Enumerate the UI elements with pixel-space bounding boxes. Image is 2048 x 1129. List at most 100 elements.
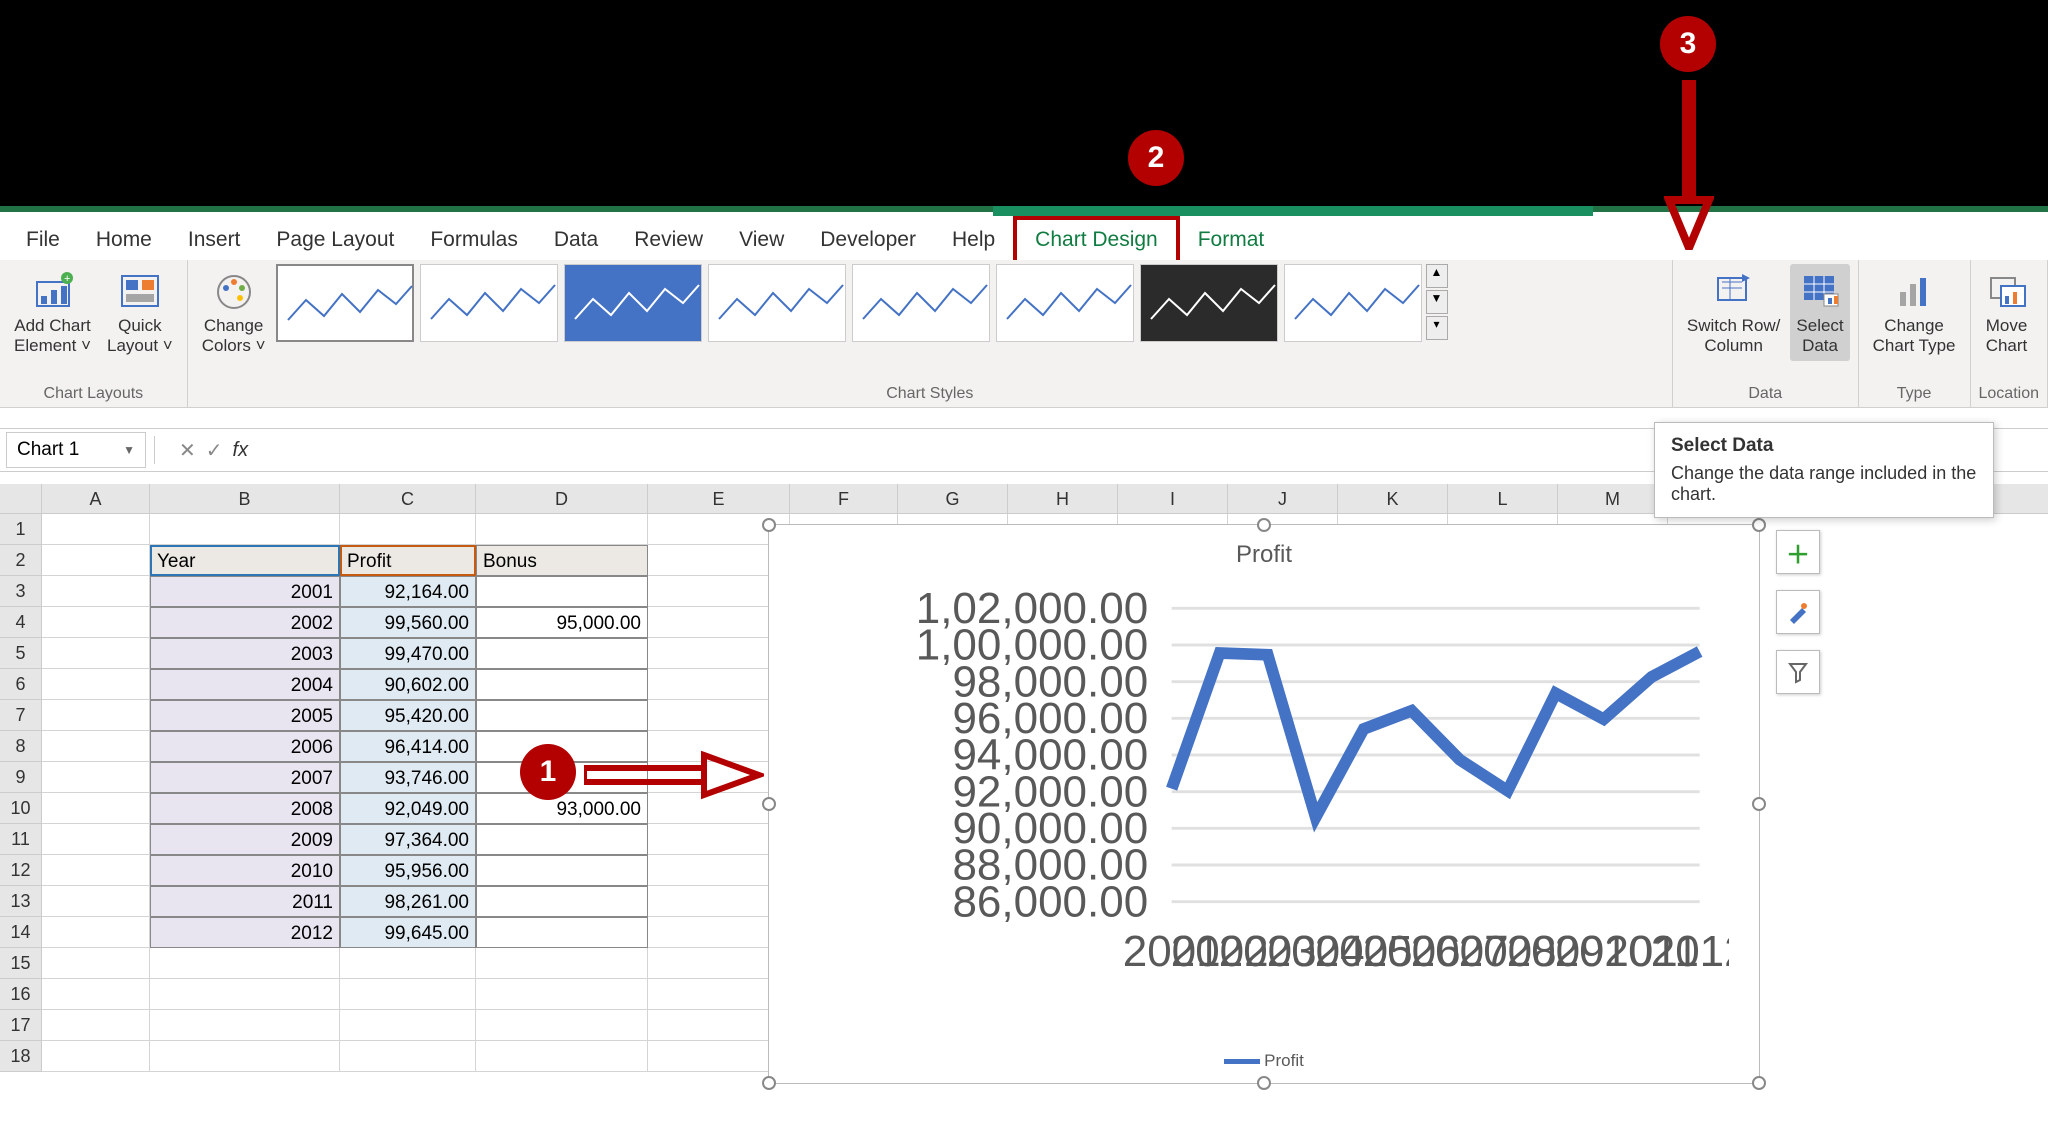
cell-A6[interactable] [42, 669, 150, 700]
cell-C1[interactable] [340, 514, 476, 545]
cell-B16[interactable] [150, 979, 340, 1010]
cell-D18[interactable] [476, 1041, 648, 1072]
tab-review[interactable]: Review [616, 220, 721, 260]
cell-C5[interactable]: 99,470.00 [340, 638, 476, 669]
cell-A4[interactable] [42, 607, 150, 638]
cell-C8[interactable]: 96,414.00 [340, 731, 476, 762]
tab-data[interactable]: Data [536, 220, 616, 260]
cell-B3[interactable]: 2001 [150, 576, 340, 607]
tab-help[interactable]: Help [934, 220, 1013, 260]
cell-D5[interactable] [476, 638, 648, 669]
cell-B15[interactable] [150, 948, 340, 979]
select-all-corner[interactable] [0, 484, 42, 513]
chart-style-thumb-4[interactable] [708, 264, 846, 342]
cell-C11[interactable]: 97,364.00 [340, 824, 476, 855]
cell-B18[interactable] [150, 1041, 340, 1072]
cell-B10[interactable]: 2008 [150, 793, 340, 824]
cell-C4[interactable]: 99,560.00 [340, 607, 476, 638]
cell-B7[interactable]: 2005 [150, 700, 340, 731]
row-header-1[interactable]: 1 [0, 514, 42, 545]
cell-A11[interactable] [42, 824, 150, 855]
chart-legend[interactable]: Profit [769, 1051, 1759, 1071]
cell-D17[interactable] [476, 1010, 648, 1041]
chart-style-thumb-8[interactable] [1284, 264, 1422, 342]
resize-handle-tl[interactable] [762, 518, 776, 532]
cell-B14[interactable]: 2012 [150, 917, 340, 948]
tab-developer[interactable]: Developer [802, 220, 934, 260]
col-header-E[interactable]: E [648, 484, 790, 513]
change-colors-button[interactable]: Change Colors ˅ [196, 264, 272, 361]
cell-C18[interactable] [340, 1041, 476, 1072]
chart-styles-button[interactable] [1776, 590, 1820, 634]
col-header-H[interactable]: H [1008, 484, 1118, 513]
resize-handle-mr[interactable] [1752, 797, 1766, 811]
col-header-K[interactable]: K [1338, 484, 1448, 513]
tab-file[interactable]: File [8, 220, 78, 260]
chart-style-thumb-1[interactable] [276, 264, 414, 342]
cell-A10[interactable] [42, 793, 150, 824]
cell-A17[interactable] [42, 1010, 150, 1041]
resize-handle-bc[interactable] [1257, 1076, 1271, 1090]
cell-C16[interactable] [340, 979, 476, 1010]
col-header-I[interactable]: I [1118, 484, 1228, 513]
cell-D15[interactable] [476, 948, 648, 979]
cancel-icon[interactable]: ✕ [179, 438, 196, 463]
cell-B12[interactable]: 2010 [150, 855, 340, 886]
cell-A8[interactable] [42, 731, 150, 762]
chart-style-thumb-2[interactable] [420, 264, 558, 342]
name-box-dropdown-icon[interactable]: ▼ [123, 443, 135, 457]
cell-D12[interactable] [476, 855, 648, 886]
cell-C2[interactable]: Profit [340, 545, 476, 576]
col-header-F[interactable]: F [790, 484, 898, 513]
cell-D1[interactable] [476, 514, 648, 545]
cell-C7[interactable]: 95,420.00 [340, 700, 476, 731]
cell-A5[interactable] [42, 638, 150, 669]
fx-icon[interactable]: fx [233, 439, 249, 462]
col-header-B[interactable]: B [150, 484, 340, 513]
cell-B9[interactable]: 2007 [150, 762, 340, 793]
row-header-9[interactable]: 9 [0, 762, 42, 793]
col-header-J[interactable]: J [1228, 484, 1338, 513]
row-header-2[interactable]: 2 [0, 545, 42, 576]
row-header-18[interactable]: 18 [0, 1041, 42, 1072]
col-header-D[interactable]: D [476, 484, 648, 513]
tab-page-layout[interactable]: Page Layout [258, 220, 412, 260]
col-header-A[interactable]: A [42, 484, 150, 513]
cell-C6[interactable]: 90,602.00 [340, 669, 476, 700]
cell-D11[interactable] [476, 824, 648, 855]
resize-handle-tr[interactable] [1752, 518, 1766, 532]
cell-B6[interactable]: 2004 [150, 669, 340, 700]
add-chart-element-button[interactable]: + Add Chart Element ˅ [8, 264, 97, 361]
row-header-7[interactable]: 7 [0, 700, 42, 731]
cell-B17[interactable] [150, 1010, 340, 1041]
cell-A13[interactable] [42, 886, 150, 917]
tab-view[interactable]: View [721, 220, 802, 260]
quick-layout-button[interactable]: Quick Layout ˅ [101, 264, 179, 361]
chart-style-thumb-7[interactable] [1140, 264, 1278, 342]
cell-A9[interactable] [42, 762, 150, 793]
move-chart-button[interactable]: Move Chart [1979, 264, 2035, 361]
cell-A1[interactable] [42, 514, 150, 545]
row-header-12[interactable]: 12 [0, 855, 42, 886]
cell-C14[interactable]: 99,645.00 [340, 917, 476, 948]
row-header-13[interactable]: 13 [0, 886, 42, 917]
chart-elements-button[interactable]: ＋ [1776, 530, 1820, 574]
row-header-15[interactable]: 15 [0, 948, 42, 979]
select-data-button[interactable]: Select Data [1790, 264, 1849, 361]
chart-style-thumb-6[interactable] [996, 264, 1134, 342]
cell-D3[interactable] [476, 576, 648, 607]
cell-D4[interactable]: 95,000.00 [476, 607, 648, 638]
tab-format[interactable]: Format [1180, 220, 1283, 260]
enter-icon[interactable]: ✓ [206, 438, 223, 463]
cell-C9[interactable]: 93,746.00 [340, 762, 476, 793]
cell-B13[interactable]: 2011 [150, 886, 340, 917]
change-chart-type-button[interactable]: Change Chart Type [1867, 264, 1962, 361]
row-header-11[interactable]: 11 [0, 824, 42, 855]
cell-A16[interactable] [42, 979, 150, 1010]
cell-A2[interactable] [42, 545, 150, 576]
chart-style-thumb-3[interactable] [564, 264, 702, 342]
chart-filters-button[interactable] [1776, 650, 1820, 694]
cell-A14[interactable] [42, 917, 150, 948]
cell-B4[interactable]: 2002 [150, 607, 340, 638]
chart-plot-area[interactable]: 1,02,000.001,00,000.0098,000.0096,000.00… [849, 579, 1729, 1019]
